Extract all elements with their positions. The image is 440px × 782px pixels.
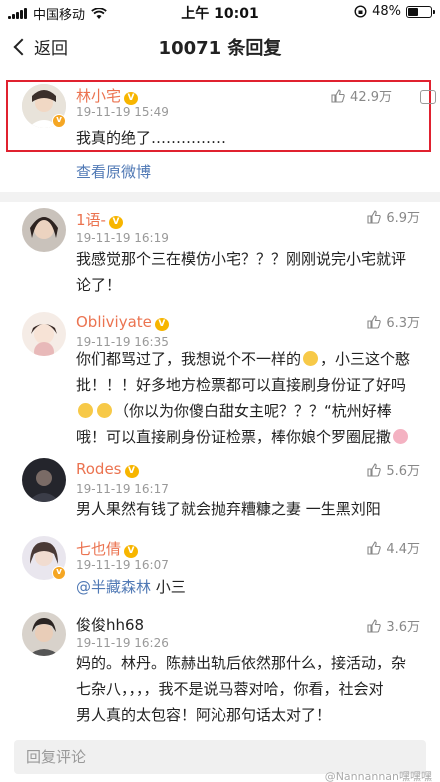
comment-text: 你们都骂过了，我想说个不一样的 ，小三这个憨 批！！！好多地方检票都可以直接刷身份… [76,346,410,450]
comment-line: 批！！！好多地方检票都可以直接刷身份证了好吗 [76,376,407,394]
list-item[interactable]: 1语- V 19-11-19 16:19 6.9万 我感觉那个三在模仿小宅？？？刚… [0,202,440,302]
thumbs-up-icon [367,618,382,633]
like-button[interactable]: 4.4万 [367,538,420,557]
comment-line: ，小三这个憨 [320,350,411,368]
comment-username[interactable]: 1语- V [76,209,123,230]
comment-username[interactable]: 俊俊hh68 [76,614,144,635]
username-text[interactable]: Rodes [76,460,122,478]
like-count: 3.6万 [386,620,420,635]
comment-line: 我感觉那个三在模仿小宅？？？刚刚说完小宅就评 [76,250,407,268]
original-comment[interactable]: v 林小宅 V 19-11-19 15:49 42.9万 我真的绝了…………… [0,80,440,160]
section-divider [0,192,440,202]
verified-badge-icon: v [52,566,66,580]
comment-text: 我真的绝了…………… [76,129,227,147]
comment-line: 小三 [151,578,186,596]
like-button[interactable]: 6.3万 [367,312,420,331]
avatar[interactable] [22,312,66,356]
laugh-emoji-icon [78,403,93,418]
comment-line: 你们都骂过了，我想说个不一样的 [76,350,302,368]
avatar[interactable] [22,208,66,252]
status-bar: 中国移动 上午 10:01 48% [0,0,440,24]
comment-timestamp: 19-11-19 15:49 [76,105,169,119]
avatar[interactable] [22,458,66,502]
like-button[interactable]: 6.9万 [367,207,420,226]
crown-icon: V [124,92,139,105]
crown-icon: V [154,318,169,331]
crown-icon: V [124,465,139,478]
crown-icon: V [108,216,123,229]
thumbs-up-icon [367,314,382,329]
verified-badge-icon: v [52,114,66,128]
battery-icon [406,5,435,18]
like-button[interactable]: 3.6万 [367,616,420,635]
pig-emoji-icon [393,429,409,444]
comment-timestamp: 19-11-19 16:19 [76,231,169,245]
crown-icon: V [124,545,139,558]
comment-line: 男人果然有钱了就会抛弃糟糠之妻 一生黑刘阳 [76,500,381,518]
username-text[interactable]: Obliviyate [76,313,152,331]
comment-text: 男人果然有钱了就会抛弃糟糠之妻 一生黑刘阳 [76,496,381,522]
username-text[interactable]: 1语- [76,211,106,229]
comment-timestamp: 19-11-19 16:07 [76,558,169,572]
like-button[interactable]: 42.9万 [331,86,392,105]
more-icon[interactable] [420,90,436,104]
list-item[interactable]: v 七也倩 V 19-11-19 16:07 4.4万 @半藏森林 小三 [0,536,440,606]
comment-username[interactable]: 七也倩 V [76,538,139,559]
watermark: @Nannannan嘿嘿嘿 [324,770,432,782]
page-title: 10071 条回复 [158,38,282,59]
like-count: 6.9万 [386,211,420,226]
like-count: 42.9万 [350,90,392,105]
comment-line: （你以为你傻白甜女主呢？？？“杭州好棒 [114,402,392,420]
comment-line: 七杂八，，，，我不是说马蓉对哈，你看，社会对 [76,680,384,698]
comment-line: 论了！ [76,276,122,294]
list-item[interactable]: Rodes V 19-11-19 16:17 5.6万 男人果然有钱了就会抛弃糟糠… [0,458,440,530]
wink-emoji-icon [97,403,112,418]
like-count: 6.3万 [386,316,420,331]
comment-text: 妈的。林丹。陈赫出轨后依然那什么，接活动，杂 七杂八，，，，我不是说马蓉对哈，你… [76,650,406,728]
avatar[interactable] [22,612,66,656]
like-button[interactable]: 5.6万 [367,460,420,479]
comment-username[interactable]: Rodes V [76,460,139,478]
like-count: 5.6万 [386,464,420,479]
like-count: 4.4万 [386,542,420,557]
thumbs-up-icon [331,88,345,103]
thumbs-up-icon [367,540,382,555]
comment-line: 男人真的太包容！阿沁那句话太对了！ [76,706,332,724]
list-item[interactable]: Obliviyate V 19-11-19 16:35 6.3万 你们都骂过了，我… [0,308,440,458]
comment-username[interactable]: 林小宅 V [76,85,139,106]
comment-line: 妈的。林丹。陈赫出轨后依然那什么，接活动，杂 [76,654,407,672]
username-text[interactable]: 七也倩 [76,540,121,558]
list-item[interactable]: 俊俊hh68 19-11-19 16:26 3.6万 妈的。林丹。陈赫出轨后依然… [0,612,440,730]
smirk-emoji-icon [303,351,319,366]
username-text[interactable]: 林小宅 [76,87,121,105]
username-text[interactable]: 俊俊hh68 [76,616,144,634]
comment-line: 哦！可以直接刷身份证检票，棒你娘个罗圈屁撒 [76,428,392,446]
reply-bar: 回复评论 @Nannannan嘿嘿嘿 [0,730,440,782]
mention-link[interactable]: @半藏森林 [76,578,151,596]
thumbs-up-icon [367,209,382,224]
comment-text: 我感觉那个三在模仿小宅？？？刚刚说完小宅就评 论了！ [76,246,406,298]
battery-percent: 48% [372,4,401,19]
comment-username[interactable]: Obliviyate V [76,313,169,331]
view-original-link[interactable]: 查看原微博 [76,161,151,182]
comment-text: @半藏森林 小三 [76,574,186,600]
comment-timestamp: 19-11-19 16:26 [76,636,169,650]
nav-bar: 返回 10071 条回复 [0,24,440,68]
thumbs-up-icon [367,462,382,477]
comment-timestamp: 19-11-19 16:17 [76,482,169,496]
rotation-lock-icon [354,5,367,18]
